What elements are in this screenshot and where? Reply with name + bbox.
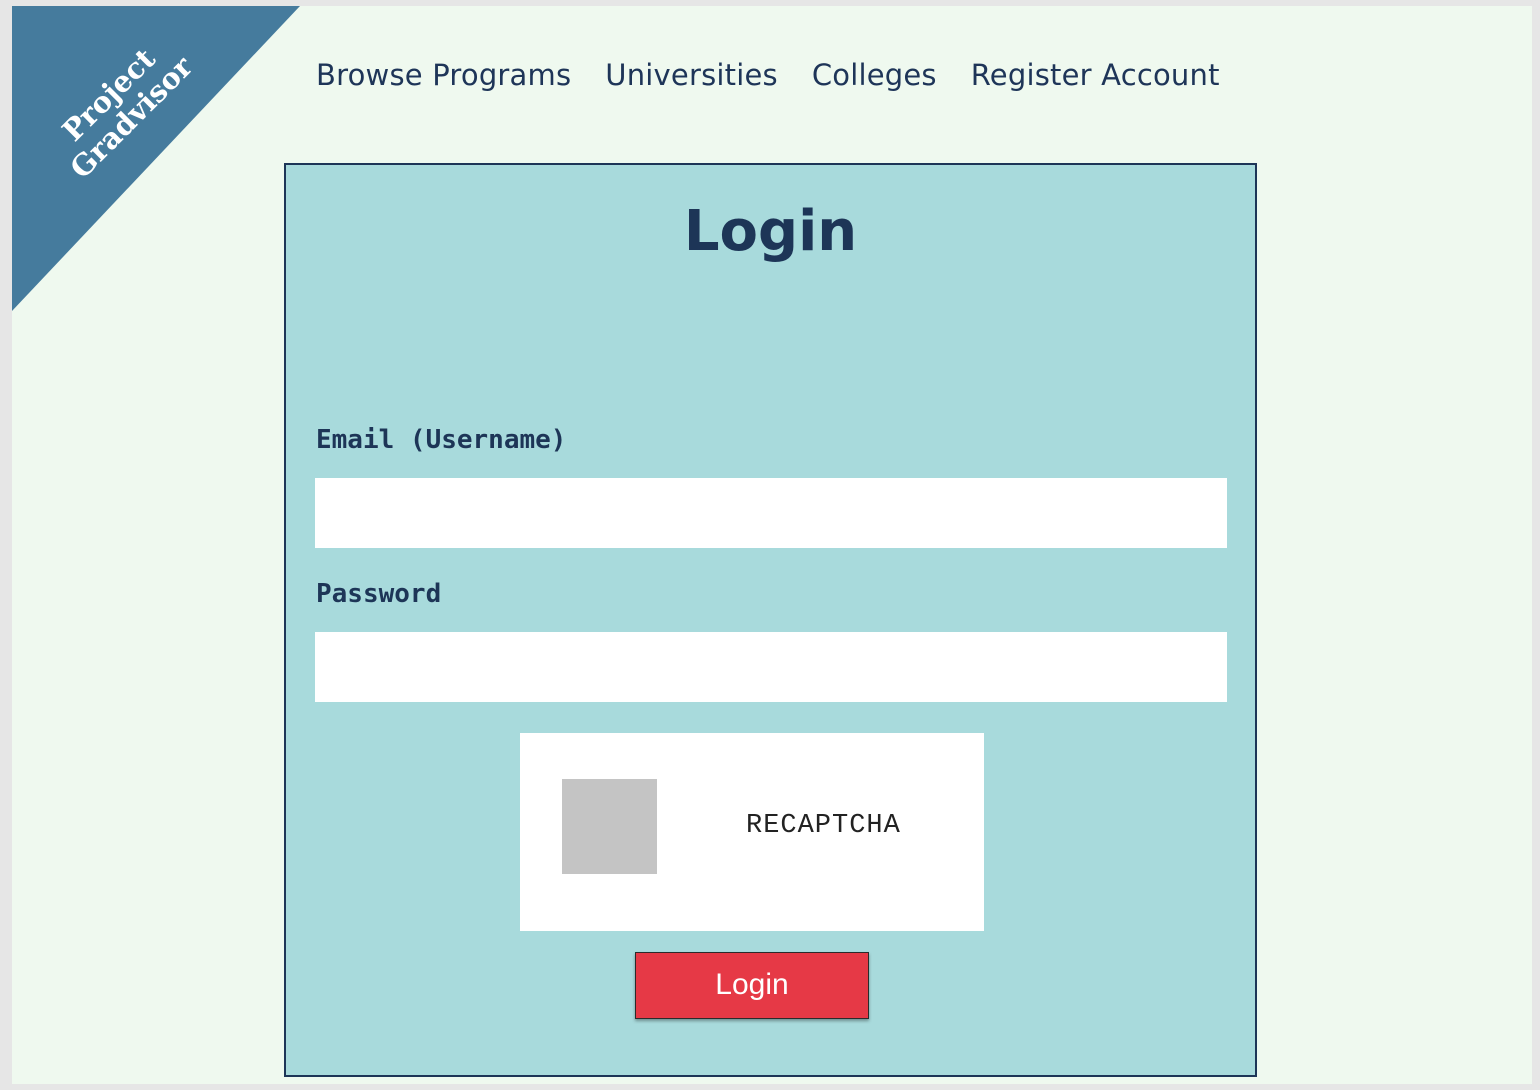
recaptcha-label: RECAPTCHA <box>746 811 901 841</box>
email-label: Email (Username) <box>316 425 567 455</box>
password-label: Password <box>316 579 442 609</box>
password-field[interactable] <box>315 632 1227 702</box>
recaptcha-checkbox[interactable] <box>562 779 657 874</box>
login-panel: Login Email (Username) Password RECAPTCH… <box>284 163 1257 1077</box>
nav-colleges[interactable]: Colleges <box>812 58 937 92</box>
top-nav: Browse Programs Universities Colleges Re… <box>316 58 1254 92</box>
login-title: Login <box>683 199 858 264</box>
login-button[interactable]: Login <box>635 952 869 1019</box>
brand-banner[interactable]: Project Gradvisor <box>12 6 300 311</box>
email-field[interactable] <box>315 478 1227 548</box>
page: Project Gradvisor Browse Programs Univer… <box>12 6 1532 1084</box>
recaptcha-widget: RECAPTCHA <box>520 733 984 931</box>
nav-universities[interactable]: Universities <box>605 58 778 92</box>
nav-browse-programs[interactable]: Browse Programs <box>316 58 571 92</box>
nav-register-account[interactable]: Register Account <box>971 58 1220 92</box>
